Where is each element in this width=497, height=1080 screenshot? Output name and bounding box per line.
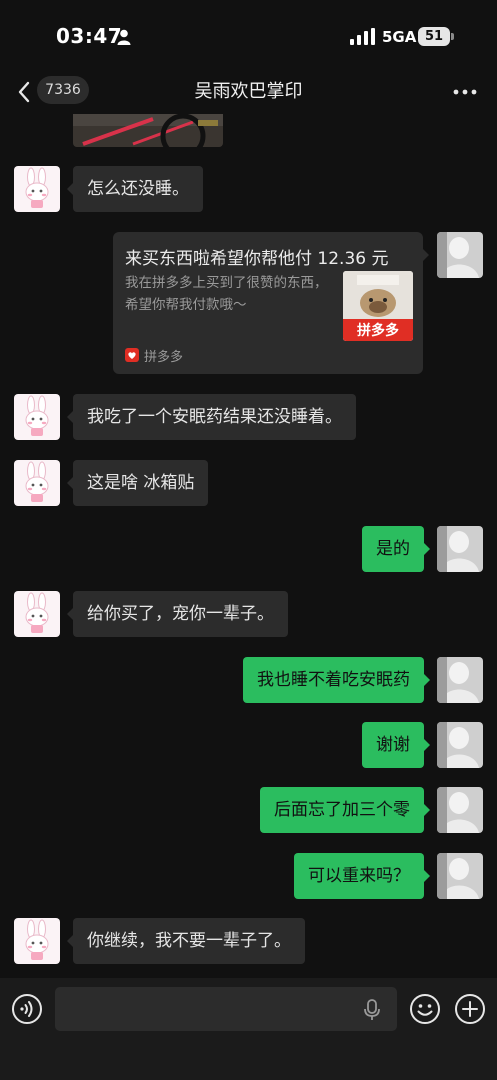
message-bubble-outgoing[interactable]: 后面忘了加三个零: [260, 787, 430, 833]
contact-avatar[interactable]: [14, 591, 60, 637]
contact-avatar[interactable]: [14, 394, 60, 440]
thumb-caption: 拼多多: [357, 322, 399, 339]
message-bubble-incoming[interactable]: 给你买了，宠你一辈子。: [67, 591, 288, 637]
unread-count-badge[interactable]: 7336: [37, 76, 89, 104]
message-list[interactable]: 怎么还没睡。 来买东西啦希望你帮他付 12.36 元 我在拼多多上买到了很赞的东…: [0, 114, 497, 978]
status-time: 03:47: [56, 24, 123, 48]
card-description: 我在拼多多上买到了很赞的东西，希望你帮我付款哦～: [125, 275, 328, 313]
user-avatar-image: [437, 657, 483, 703]
payment-request-card[interactable]: 来买东西啦希望你帮他付 12.36 元 我在拼多多上买到了很赞的东西，希望你帮我…: [113, 232, 429, 374]
chat-header: 7336 吴雨欢巴掌印: [0, 70, 497, 114]
person-icon: [117, 29, 131, 45]
message-bubble-outgoing[interactable]: 我也睡不着吃安眠药: [243, 657, 430, 703]
battery-icon: 51: [418, 27, 450, 46]
card-title: 来买东西啦希望你帮他付 12.36 元: [125, 249, 389, 269]
message-bubble-incoming[interactable]: 你继续，我不要一辈子了。: [67, 918, 305, 964]
card-source: 拼多多: [125, 347, 184, 365]
message-bubble-incoming[interactable]: 我吃了一个安眠药结果还没睡着。: [67, 394, 356, 440]
message-bubble-incoming[interactable]: 怎么还没睡。: [67, 166, 203, 212]
my-avatar[interactable]: [437, 722, 483, 768]
my-avatar[interactable]: [437, 657, 483, 703]
my-avatar[interactable]: [437, 853, 483, 899]
voice-mode-icon[interactable]: [11, 993, 43, 1025]
message-bubble-outgoing[interactable]: 是的: [362, 526, 430, 572]
bunny-avatar-image: [14, 591, 60, 637]
bunny-avatar-image: [14, 918, 60, 964]
user-avatar-image: [437, 722, 483, 768]
user-avatar-image: [437, 787, 483, 833]
user-avatar-image: [437, 526, 483, 572]
my-avatar[interactable]: [437, 526, 483, 572]
bunny-avatar-image: [14, 394, 60, 440]
chat-title: 吴雨欢巴掌印: [194, 81, 303, 102]
pinduoduo-logo-icon: [125, 348, 139, 362]
bicycle-photo: [73, 114, 223, 147]
bunny-avatar-image: [14, 166, 60, 212]
microphone-icon[interactable]: [362, 998, 382, 1022]
message-bubble-outgoing[interactable]: 可以重来吗？: [294, 853, 430, 899]
more-dots-icon[interactable]: [450, 82, 480, 102]
battery-tip: [451, 33, 454, 40]
message-bubble-outgoing[interactable]: 谢谢: [362, 722, 430, 768]
status-bar: 03:47 5GA 51: [0, 0, 497, 70]
network-label: 5GA: [382, 28, 417, 46]
contact-avatar[interactable]: [14, 166, 60, 212]
user-avatar-image: [437, 232, 483, 278]
my-avatar[interactable]: [437, 787, 483, 833]
message-bubble-incoming[interactable]: 这是啥 冰箱贴: [66, 460, 209, 506]
message-input[interactable]: [55, 987, 397, 1031]
contact-avatar[interactable]: [14, 918, 60, 964]
contact-avatar[interactable]: [14, 460, 60, 506]
bunny-avatar-image: [14, 460, 60, 506]
signal-icon: [350, 28, 375, 45]
chevron-left-icon[interactable]: [14, 78, 34, 106]
user-avatar-image: [437, 853, 483, 899]
dog-magnet-image: 拼多多: [343, 271, 413, 341]
input-bar: [0, 978, 497, 1080]
product-thumbnail: 拼多多: [343, 271, 413, 341]
my-avatar[interactable]: [437, 232, 483, 278]
emoji-icon[interactable]: [409, 993, 441, 1025]
card-source-label: 拼多多: [144, 349, 184, 365]
plus-icon[interactable]: [454, 993, 486, 1025]
image-message-thumbnail[interactable]: [73, 114, 223, 147]
